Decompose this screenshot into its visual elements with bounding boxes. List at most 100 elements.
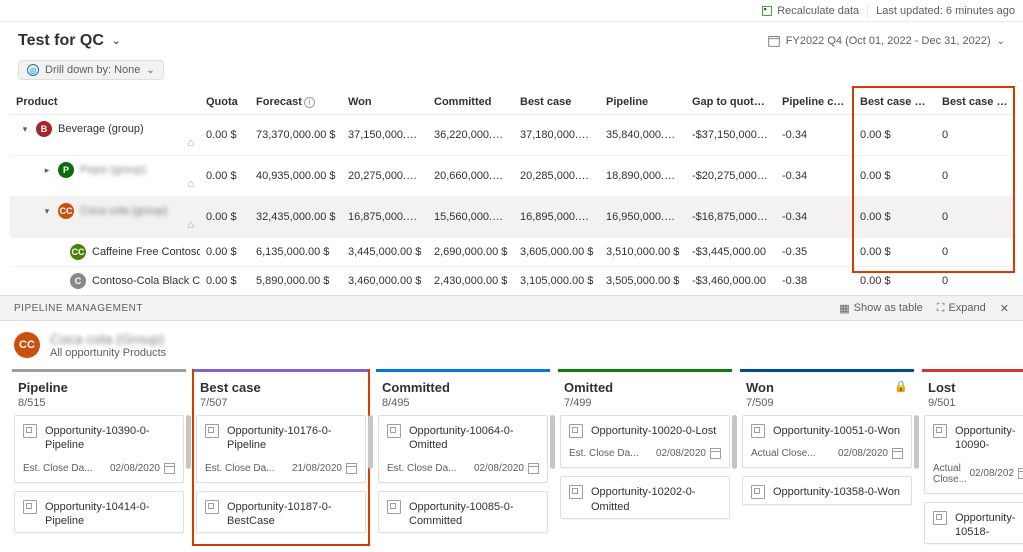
cell-won: 37,150,000.00 $ <box>342 115 428 156</box>
card-date-label: Est. Close Da... <box>23 463 92 474</box>
scrollbar-thumb[interactable] <box>732 415 737 469</box>
card-date-value: 02/08/2020 <box>474 463 524 474</box>
cell-won: 3,460,000.00 $ <box>342 267 428 296</box>
lane-count: 9/501 <box>928 397 1023 409</box>
column-header[interactable]: Won <box>342 90 428 115</box>
cell-quota: 0.00 $ <box>200 238 250 267</box>
hierarchy-icon: ⌂ <box>187 178 194 190</box>
cell-pipe: 3,505,000.00 $ <box>600 267 686 296</box>
calendar-icon[interactable] <box>164 463 175 474</box>
grid-row[interactable]: ▾CCCoca cola (group)⌂0.00 $32,435,000.00… <box>10 197 1014 238</box>
hierarchy-icon: ⌂ <box>187 219 194 231</box>
lane-title: Omitted <box>564 380 726 395</box>
close-button[interactable]: ✕ <box>1000 302 1009 315</box>
cell-best: 3,105,000.00 $ <box>514 267 600 296</box>
card-type-icon <box>933 424 947 438</box>
card-type-icon <box>387 424 401 438</box>
column-header[interactable]: Best case produ... <box>936 90 1014 115</box>
cell-disc: 0.00 $ <box>854 238 936 267</box>
period-selector[interactable]: FY2022 Q4 (Oct 01, 2022 - Dec 31, 2022) … <box>768 35 1005 47</box>
card-title: Opportunity-10390-0-Pipeline <box>45 424 175 453</box>
column-header[interactable]: Pipeline <box>600 90 686 115</box>
column-header[interactable]: Forecasti <box>250 90 342 115</box>
cell-cov: -0.34 <box>776 197 854 238</box>
expand-chevron[interactable]: ▾ <box>20 124 30 135</box>
scrollbar-thumb[interactable] <box>186 415 191 469</box>
column-header[interactable]: Pipeline cove... <box>776 90 854 115</box>
cell-best: 3,605,000.00 $ <box>514 238 600 267</box>
cell-cov: -0.35 <box>776 238 854 267</box>
scrollbar-thumb[interactable] <box>368 415 373 469</box>
card-type-icon <box>205 424 219 438</box>
column-header[interactable]: Gap to quotai <box>686 90 776 115</box>
card-date-label: Actual Close... <box>751 448 815 459</box>
recalculate-label: Recalculate data <box>777 5 859 17</box>
info-icon[interactable]: i <box>762 97 773 108</box>
cell-pipe: 16,950,000.00 $ <box>600 197 686 238</box>
expand-chevron[interactable]: ▸ <box>42 165 52 176</box>
calendar-icon[interactable] <box>346 463 357 474</box>
card-title: Opportunity-10518- <box>955 511 1023 540</box>
kanban-lane: Pipeline8/515Opportunity-10390-0-Pipelin… <box>12 369 186 544</box>
calendar-icon[interactable] <box>528 463 539 474</box>
card-date-value: 02/08/2020 <box>656 448 706 459</box>
forecast-grid[interactable]: ProductQuotaForecastiWonCommittedBest ca… <box>10 90 1014 295</box>
cell-committed: 36,220,000.00 $ <box>428 115 514 156</box>
recalculate-button[interactable]: Recalculate data <box>761 5 859 17</box>
product-name: Caffeine Free Contoso-Cola <box>92 246 200 258</box>
opportunity-card[interactable]: Opportunity-10176-0-PipelineEst. Close D… <box>196 415 366 483</box>
product-name: Pepsi (group) <box>80 164 146 176</box>
grid-row[interactable]: ▾BBeverage (group)⌂0.00 $73,370,000.00 $… <box>10 115 1014 156</box>
cell-committed: 2,430,000.00 $ <box>428 267 514 296</box>
page-title-dropdown[interactable]: Test for QC ⌄ <box>18 32 120 50</box>
cell-forecast: 73,370,000.00 $ <box>250 115 342 156</box>
chevron-down-icon: ⌄ <box>146 65 154 76</box>
product-name: Coca cola (group) <box>80 205 167 217</box>
lane-title: Best case <box>200 380 362 395</box>
card-type-icon <box>23 424 37 438</box>
column-header[interactable]: Product <box>10 90 200 115</box>
column-header[interactable]: Best case disco... <box>854 90 936 115</box>
opportunity-card[interactable]: Opportunity-10090-Actual Close...02/08/2… <box>924 415 1023 494</box>
grid-row[interactable]: CContoso-Cola Black Cherry Vanilla0.00 $… <box>10 267 1014 296</box>
cell-prod: 0 <box>936 156 1014 197</box>
opportunity-card[interactable]: Opportunity-10202-0-Omitted <box>560 476 730 519</box>
calendar-icon[interactable] <box>1018 468 1023 479</box>
grid-row[interactable]: ▸PPepsi (group)⌂0.00 $40,935,000.00 $20,… <box>10 156 1014 197</box>
opportunity-card[interactable]: Opportunity-10358-0-Won <box>742 476 912 504</box>
expand-chevron[interactable]: ▾ <box>42 206 52 217</box>
opportunity-card[interactable]: Opportunity-10051-0-WonActual Close...02… <box>742 415 912 468</box>
column-header[interactable]: Committed <box>428 90 514 115</box>
lane-count: 7/499 <box>564 397 726 409</box>
info-icon[interactable]: i <box>304 97 315 108</box>
cell-quota: 0.00 $ <box>200 267 250 296</box>
grid-row[interactable]: CCCaffeine Free Contoso-Cola0.00 $6,135,… <box>10 238 1014 267</box>
expand-button[interactable]: ⛶ Expand <box>937 302 986 315</box>
cell-pipe: 18,890,000.00 $ <box>600 156 686 197</box>
column-header[interactable]: Quota <box>200 90 250 115</box>
opportunity-card[interactable]: Opportunity-10390-0-Pipeline Est. Close D… <box>14 415 184 483</box>
opportunity-card[interactable]: Opportunity-10064-0-OmittedEst. Close Da… <box>378 415 548 483</box>
opportunity-card[interactable]: Opportunity-10085-0-Committed <box>378 491 548 534</box>
card-date-value: 02/08/2020 <box>110 463 160 474</box>
column-header[interactable]: Best case <box>514 90 600 115</box>
opportunity-card[interactable]: Opportunity-10020-0-LostEst. Close Da...… <box>560 415 730 468</box>
page-title: Test for QC <box>18 32 104 50</box>
scrollbar-thumb[interactable] <box>914 415 919 469</box>
opportunity-card[interactable]: Opportunity-10187-0-BestCase <box>196 491 366 534</box>
show-as-table-button[interactable]: ▦ Show as table <box>839 302 923 315</box>
drill-down-pill[interactable]: ◎ Drill down by: None ⌄ <box>18 60 164 80</box>
card-date-value: 02/08/202 <box>970 468 1015 479</box>
opportunity-card[interactable]: Opportunity-10518- <box>924 502 1023 545</box>
lane-title: Won🔒 <box>746 380 908 395</box>
cell-gap: -$16,875,000.00 <box>686 197 776 238</box>
lane-count: 8/515 <box>18 397 180 409</box>
scrollbar-thumb[interactable] <box>550 415 555 469</box>
row-avatar: CC <box>70 244 86 260</box>
calendar-icon[interactable] <box>892 448 903 459</box>
cell-disc: 0.00 $ <box>854 156 936 197</box>
calendar-icon[interactable] <box>710 448 721 459</box>
card-title: Opportunity-10202-0-Omitted <box>591 485 721 514</box>
lane-title: Lost <box>928 380 1023 395</box>
opportunity-card[interactable]: Opportunity-10414-0-Pipeline <box>14 491 184 534</box>
